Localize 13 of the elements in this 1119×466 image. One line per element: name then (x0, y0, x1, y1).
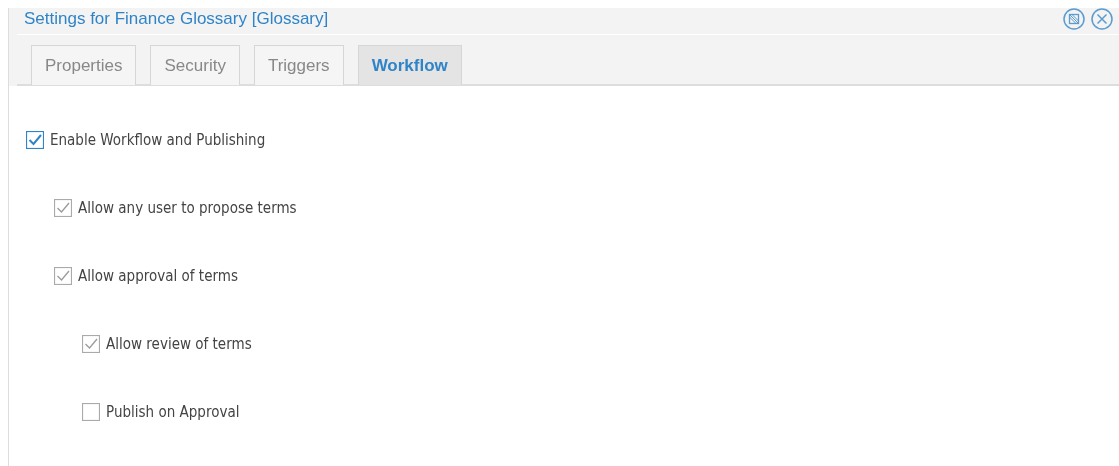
dialog-title: Settings for Finance Glossary [Glossary] (24, 9, 330, 29)
checkbox-label: Enable Workflow and Publishing (50, 131, 266, 149)
checkbox[interactable] (26, 131, 44, 149)
checkbox-label: Allow approval of terms (78, 267, 238, 285)
tab[interactable]: Triggers (253, 45, 344, 85)
checkbox-label: Allow any user to propose terms (78, 199, 297, 217)
checkbox-label: Allow review of terms (106, 335, 252, 353)
tab[interactable]: Workflow (357, 45, 462, 85)
close-icon[interactable] (1091, 8, 1113, 30)
tab[interactable]: Properties (31, 45, 137, 85)
restore-icon[interactable] (1063, 8, 1085, 30)
tab[interactable]: Security (150, 45, 240, 85)
checkbox-label: Publish on Approval (106, 403, 240, 421)
